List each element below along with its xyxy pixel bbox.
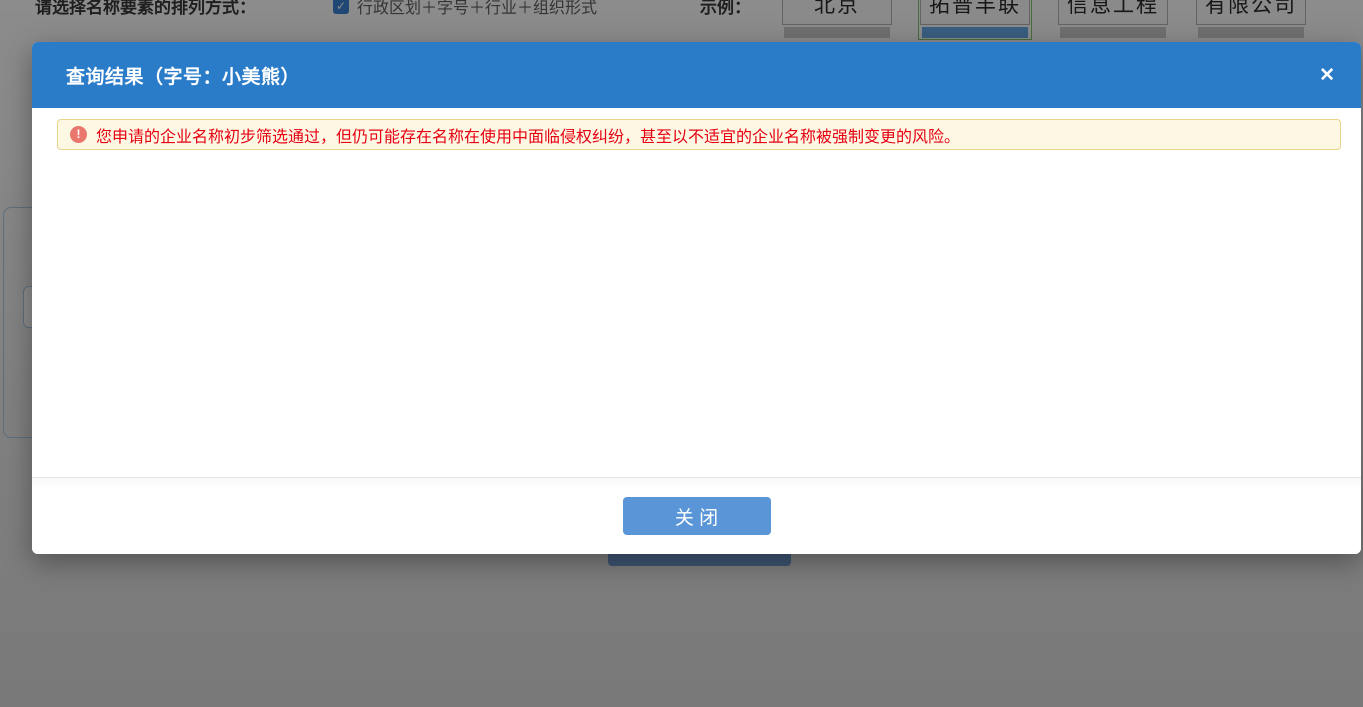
warning-message: 您申请的企业名称初步筛选通过，但仍可能存在名称在使用中面临侵权纠纷，甚至以不适宜… (96, 123, 960, 147)
query-result-dialog: 查询结果（字号：小美熊） ✕ ! 您申请的企业名称初步筛选通过，但仍可能存在名称… (32, 42, 1361, 554)
exclamation-icon: ! (70, 126, 87, 143)
dialog-header: 查询结果（字号：小美熊） ✕ (32, 42, 1361, 108)
warning-banner: ! 您申请的企业名称初步筛选通过，但仍可能存在名称在使用中面临侵权纠纷，甚至以不… (57, 119, 1341, 150)
dialog-title: 查询结果（字号：小美熊） (66, 62, 300, 89)
screen: 请选择名称要素的排列方式： ✓ 行政区划＋字号＋行业＋组织形式 示例： 北京 拓… (0, 0, 1363, 707)
dialog-body: ! 您申请的企业名称初步筛选通过，但仍可能存在名称在使用中面临侵权纠纷，甚至以不… (32, 108, 1361, 477)
dialog-footer: 关 闭 (32, 477, 1361, 554)
close-icon[interactable]: ✕ (1315, 62, 1339, 89)
close-button[interactable]: 关 闭 (623, 497, 771, 535)
